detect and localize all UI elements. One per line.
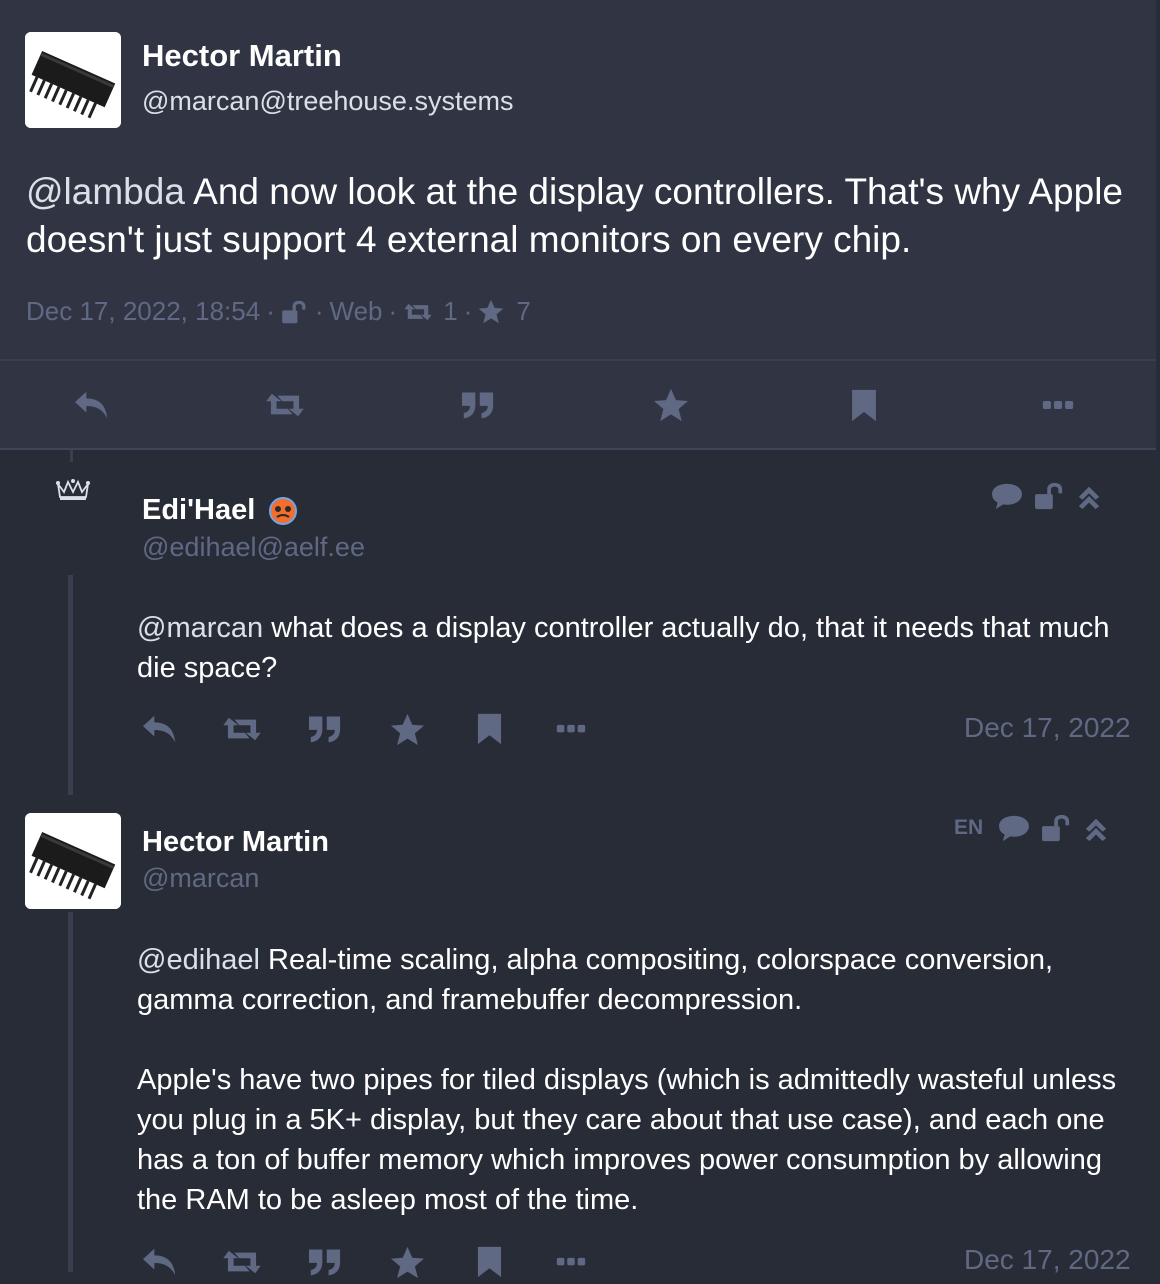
reply-button[interactable] (135, 707, 185, 751)
divider (0, 448, 1156, 450)
quote-icon (307, 713, 343, 745)
mention-link[interactable]: @edihael (137, 944, 260, 976)
chip-avatar-image (25, 32, 121, 128)
mention-link[interactable]: @marcan (137, 612, 263, 644)
star-icon (390, 713, 425, 746)
separator: · (388, 296, 398, 326)
speech-bubble-icon[interactable] (997, 814, 1031, 842)
reply-date[interactable]: Dec 17, 2022 (964, 712, 1131, 744)
author-handle[interactable]: @marcan (142, 863, 259, 894)
reply-button[interactable] (135, 1240, 185, 1284)
post-text: And now look at the display controllers.… (26, 171, 1124, 260)
separator: · (463, 296, 473, 326)
boost-button[interactable] (217, 1240, 267, 1284)
status-icons (990, 482, 1102, 510)
display-name: Edi'Hael (142, 494, 256, 526)
more-button[interactable] (1028, 378, 1088, 432)
boost-icon[interactable] (403, 301, 433, 323)
post-date[interactable]: Dec 17, 2022, 18:54 (26, 296, 260, 327)
star-icon (653, 388, 689, 422)
quote-button[interactable] (448, 378, 508, 432)
avatar[interactable] (25, 32, 121, 128)
author-name[interactable]: Edi'Hael (142, 494, 299, 527)
mention-link[interactable]: @lambda (26, 171, 185, 212)
reply-text: Real-time scaling, alpha compositing, co… (137, 944, 1054, 1016)
ellipsis-icon (556, 724, 586, 734)
thread-line (68, 912, 73, 1272)
more-button[interactable] (546, 1240, 596, 1284)
crown-icon[interactable] (55, 478, 91, 502)
quote-icon (460, 389, 496, 421)
language-badge: EN (954, 816, 984, 839)
reply-content: @edihael Real-time scaling, alpha compos… (137, 940, 1137, 1220)
paragraph: @edihael Real-time scaling, alpha compos… (137, 940, 1137, 1020)
reply-button[interactable] (62, 378, 122, 432)
reply-icon (141, 1245, 179, 1279)
chip-avatar-image (25, 813, 121, 909)
avatar[interactable] (25, 813, 121, 909)
author-name[interactable]: Hector Martin (142, 38, 342, 74)
favourite-count[interactable]: 7 (516, 296, 530, 327)
paragraph: Apple's have two pipes for tiled display… (137, 1064, 1117, 1216)
separator: · (314, 296, 324, 326)
unlock-icon (1034, 482, 1066, 510)
boost-icon (221, 1247, 263, 1277)
ellipsis-icon (556, 1257, 586, 1267)
author-handle[interactable]: @edihael@aelf.ee (142, 532, 365, 563)
unlock-icon (1041, 814, 1073, 842)
post-content: @lambda And now look at the display cont… (26, 168, 1136, 264)
reply-content: @marcan what does a display controller a… (137, 608, 1127, 688)
reply-date[interactable]: Dec 17, 2022 (964, 1244, 1131, 1276)
boost-icon (221, 714, 263, 744)
bookmark-icon (476, 713, 503, 745)
bookmark-button[interactable] (834, 378, 894, 432)
author-handle[interactable]: @marcan@treehouse.systems (142, 86, 513, 117)
more-button[interactable] (546, 707, 596, 751)
unlock-icon (281, 300, 309, 324)
chevron-double-up-icon[interactable] (1083, 815, 1109, 841)
boost-icon (264, 390, 306, 420)
post-meta: Dec 17, 2022, 18:54 · · Web · 1 · 7 (26, 296, 531, 327)
reply-icon (73, 388, 111, 422)
thread-line (70, 450, 73, 462)
scroll-edge (1156, 0, 1160, 1272)
reply-icon (141, 712, 179, 746)
star-icon (390, 1246, 425, 1279)
boost-button[interactable] (217, 707, 267, 751)
bookmark-button[interactable] (464, 707, 514, 751)
reply-text: what does a display controller actually … (137, 612, 1110, 684)
ellipsis-icon (1042, 400, 1074, 411)
application-name: Web (329, 296, 383, 326)
star-icon[interactable] (478, 299, 504, 324)
bookmark-icon (850, 389, 878, 422)
separator: · (266, 296, 275, 326)
favourite-button[interactable] (641, 378, 701, 432)
quote-icon (307, 1246, 343, 1278)
emoji-icon (269, 496, 298, 525)
bookmark-icon (476, 1246, 503, 1278)
favourite-button[interactable] (382, 1240, 432, 1284)
main-post: Hector Martin @marcan@treehouse.systems … (0, 0, 1156, 450)
thread-line (68, 575, 73, 795)
action-bar (0, 360, 1156, 450)
author-name[interactable]: Hector Martin (142, 826, 329, 859)
status-icons: EN (954, 814, 1109, 842)
chevron-double-up-icon[interactable] (1076, 483, 1102, 509)
speech-bubble-icon[interactable] (990, 482, 1024, 510)
bookmark-button[interactable] (464, 1240, 514, 1284)
boost-count[interactable]: 1 (443, 296, 457, 327)
quote-button[interactable] (300, 707, 350, 751)
quote-button[interactable] (300, 1240, 350, 1284)
boost-button[interactable] (255, 378, 315, 432)
favourite-button[interactable] (382, 707, 432, 751)
